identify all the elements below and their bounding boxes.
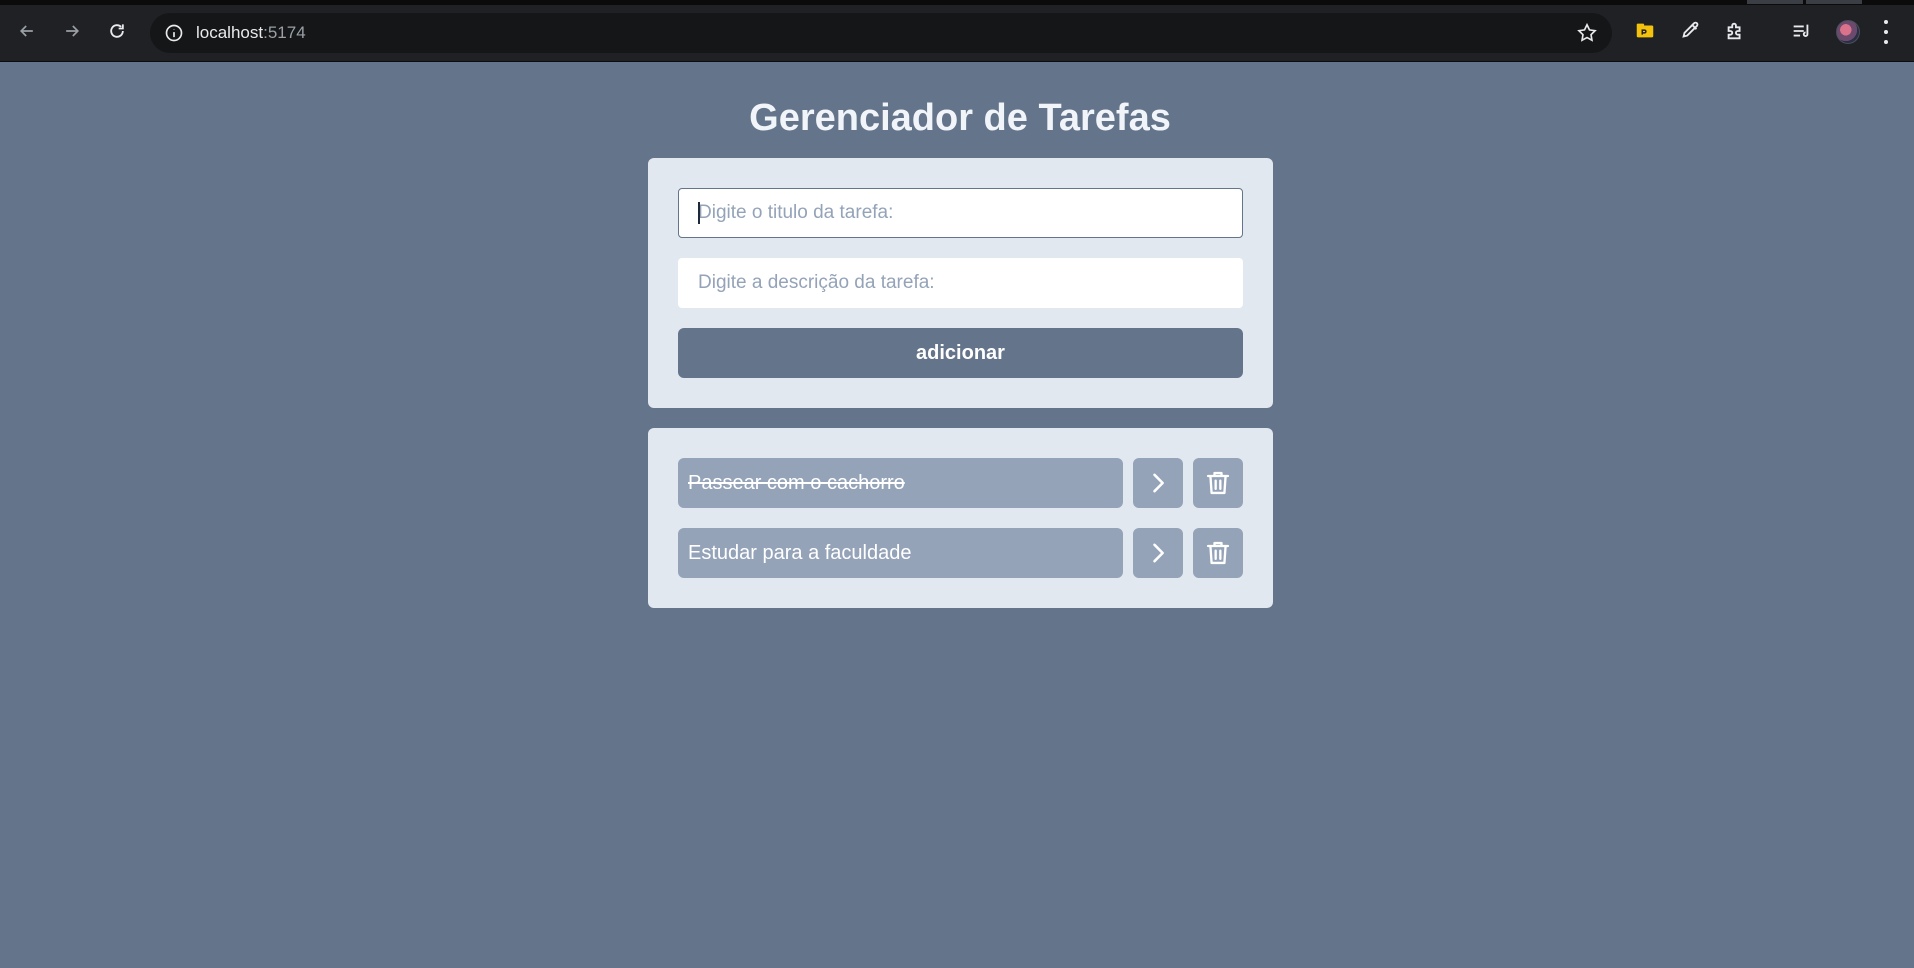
profile-avatar[interactable] — [1836, 20, 1860, 44]
reload-icon[interactable] — [100, 14, 134, 48]
tab-edge — [1747, 0, 1803, 4]
task-row: Passear com o cachorro — [678, 458, 1243, 508]
text-cursor — [698, 202, 700, 224]
extensions-puzzle-icon[interactable] — [1722, 18, 1748, 44]
chevron-right-icon — [1153, 473, 1164, 493]
media-playlist-icon[interactable] — [1788, 18, 1814, 44]
forward-arrow-icon[interactable] — [55, 14, 89, 48]
trash-icon — [1206, 541, 1230, 565]
task-title-button[interactable]: Estudar para a faculdade — [678, 528, 1123, 578]
page-title: Gerenciador de Tarefas — [749, 97, 1171, 139]
delete-task-button[interactable] — [1193, 528, 1243, 578]
add-task-form: adicionar — [648, 158, 1273, 408]
task-list: Passear com o cachorro Estudar para a fa… — [648, 428, 1273, 608]
task-description-input[interactable] — [678, 258, 1243, 308]
task-title-button[interactable]: Passear com o cachorro — [678, 458, 1123, 508]
site-info-icon[interactable] — [164, 23, 184, 43]
task-row: Estudar para a faculdade — [678, 528, 1243, 578]
browser-toolbar: localhost:5174 — [0, 0, 1914, 62]
chevron-right-icon — [1153, 543, 1164, 563]
back-arrow-icon[interactable] — [10, 14, 44, 48]
address-bar[interactable]: localhost:5174 — [150, 13, 1612, 53]
open-task-button[interactable] — [1133, 458, 1183, 508]
tab-strip — [0, 0, 1914, 5]
open-task-button[interactable] — [1133, 528, 1183, 578]
url-text[interactable]: localhost:5174 — [196, 23, 306, 43]
tab-edge — [1806, 0, 1862, 4]
url-host: localhost — [196, 23, 264, 42]
eyedropper-icon[interactable] — [1677, 18, 1703, 44]
trash-icon — [1206, 471, 1230, 495]
url-port: :5174 — [263, 23, 306, 42]
extension-folder-icon[interactable] — [1632, 18, 1658, 44]
task-title-input[interactable] — [678, 188, 1243, 238]
delete-task-button[interactable] — [1193, 458, 1243, 508]
menu-dots-icon[interactable] — [1882, 20, 1890, 44]
add-task-button[interactable]: adicionar — [678, 328, 1243, 378]
bookmark-star-icon[interactable] — [1576, 22, 1598, 44]
